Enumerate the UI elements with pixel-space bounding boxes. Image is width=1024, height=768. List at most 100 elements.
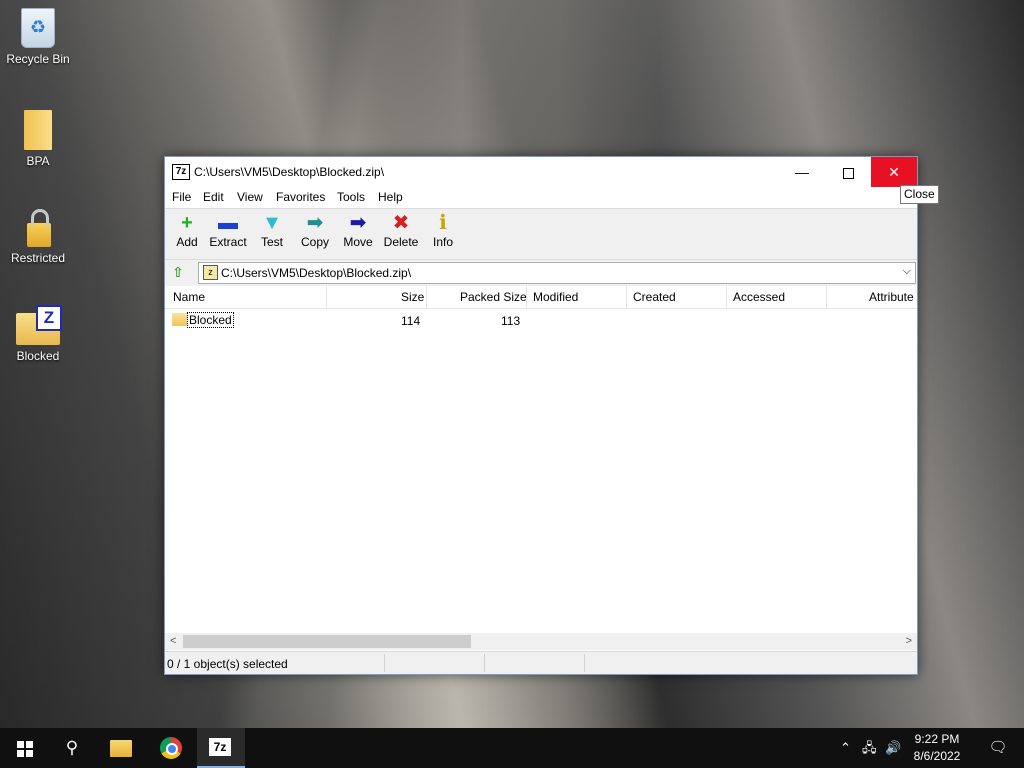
desktop-icon-label: BPA <box>26 154 50 168</box>
info-icon: ℹ <box>439 212 447 234</box>
7zip-window: 7z C:\Users\VM5\Desktop\Blocked.zip\ — ✕… <box>164 156 918 675</box>
clock[interactable]: 9:22 PM 8/6/2022 <box>905 731 969 765</box>
info-label: Info <box>432 235 453 249</box>
menu-file[interactable]: File <box>172 190 191 204</box>
maximize-button[interactable] <box>825 157 871 187</box>
arrow-right-icon: ➡ <box>349 212 367 234</box>
desktop-icon-bpa[interactable]: BPA <box>0 110 76 168</box>
column-name[interactable]: Name <box>173 290 205 304</box>
plus-icon: + <box>181 212 193 234</box>
scrollbar-thumb[interactable] <box>183 635 471 648</box>
file-list[interactable]: Blocked 114 113 <box>165 309 917 633</box>
scroll-left-icon[interactable]: < <box>170 635 176 647</box>
title-bar[interactable]: 7z C:\Users\VM5\Desktop\Blocked.zip\ — ✕ <box>165 157 917 187</box>
zip-badge-icon: Z <box>36 305 62 331</box>
close-tooltip: Close <box>900 185 939 204</box>
test-label: Test <box>260 235 283 249</box>
menu-view[interactable]: View <box>237 190 263 204</box>
chrome-button[interactable] <box>148 728 196 768</box>
column-divider[interactable] <box>526 286 527 308</box>
lock-icon <box>23 207 53 247</box>
address-path: C:\Users\VM5\Desktop\Blocked.zip\ <box>221 266 412 280</box>
column-divider[interactable] <box>726 286 727 308</box>
maximize-icon <box>842 167 854 179</box>
table-row[interactable]: Blocked 114 113 <box>165 310 917 330</box>
minus-icon: ▬ <box>218 212 238 234</box>
chevron-up-icon[interactable]: ⌃ <box>840 728 851 768</box>
column-accessed[interactable]: Accessed <box>733 290 785 304</box>
network-icon[interactable]: 🖧 <box>862 728 877 768</box>
menu-edit[interactable]: Edit <box>203 190 224 204</box>
toolbar: + Add ▬ Extract ▼ Test ➡ Copy ➡ Move ✖ D… <box>165 208 917 259</box>
status-divider <box>384 654 385 672</box>
desktop-icon-label: Restricted <box>10 251 66 265</box>
chevron-down-icon[interactable]: ⌵ <box>903 265 911 278</box>
taskbar: ⚲ 7z ⌃ 🖧 🔊 9:22 PM 8/6/2022 🗨 <box>0 728 1024 768</box>
clock-time: 9:22 PM <box>914 732 960 746</box>
close-button[interactable]: ✕ <box>871 157 917 187</box>
archive-icon: z <box>203 265 218 280</box>
recycle-bin-icon <box>21 8 55 48</box>
address-input[interactable]: z C:\Users\VM5\Desktop\Blocked.zip\ ⌵ <box>198 262 916 284</box>
delete-label: Delete <box>383 235 419 249</box>
zip-folder-icon: Z <box>14 305 62 345</box>
delete-button[interactable]: ✖ Delete <box>379 211 423 257</box>
menu-tools[interactable]: Tools <box>337 190 365 204</box>
desktop-icon-recycle-bin[interactable]: Recycle Bin <box>0 8 76 66</box>
row-size: 114 <box>401 314 421 328</box>
column-divider[interactable] <box>826 286 827 308</box>
address-bar: ⇧ z C:\Users\VM5\Desktop\Blocked.zip\ ⌵ <box>165 259 917 286</box>
add-button[interactable]: + Add <box>165 211 209 257</box>
extract-button[interactable]: ▬ Extract <box>206 211 250 257</box>
row-name[interactable]: Blocked <box>187 312 234 328</box>
menu-favorites[interactable]: Favorites <box>276 190 325 204</box>
column-packed-size[interactable]: Packed Size <box>460 290 527 304</box>
file-explorer-icon <box>110 740 132 757</box>
7zip-icon: 7z <box>209 738 231 756</box>
column-divider[interactable] <box>626 286 627 308</box>
status-divider <box>584 654 585 672</box>
info-button[interactable]: ℹ Info <box>421 211 465 257</box>
clock-date: 8/6/2022 <box>913 749 961 763</box>
7zip-taskbar-button[interactable]: 7z <box>197 728 245 768</box>
desktop-icon-restricted[interactable]: Restricted <box>0 207 76 265</box>
column-divider[interactable] <box>426 286 427 308</box>
status-selection: 0 / 1 object(s) selected <box>167 657 288 671</box>
status-divider <box>484 654 485 672</box>
folder-icon <box>172 313 187 326</box>
volume-icon[interactable]: 🔊 <box>885 728 901 768</box>
document-icon <box>24 110 52 150</box>
scroll-right-icon[interactable]: > <box>906 635 912 647</box>
search-icon: ⚲ <box>65 738 79 757</box>
test-button[interactable]: ▼ Test <box>250 211 294 257</box>
up-folder-icon[interactable]: ⇧ <box>170 264 186 280</box>
7zip-app-icon: 7z <box>172 164 190 180</box>
move-label: Move <box>343 235 373 249</box>
list-header: Name Size Packed Size Modified Created A… <box>165 286 917 309</box>
column-modified[interactable]: Modified <box>533 290 578 304</box>
move-button[interactable]: ➡ Move <box>336 211 380 257</box>
start-button[interactable] <box>0 728 48 768</box>
status-bar: 0 / 1 object(s) selected <box>165 651 917 674</box>
double-arrow-icon: ➡ <box>306 212 324 234</box>
desktop-icon-label: Recycle Bin <box>6 52 70 66</box>
column-attributes[interactable]: Attribute <box>869 290 914 304</box>
desktop-icon-label: Blocked <box>16 349 60 363</box>
file-explorer-button[interactable] <box>98 728 146 768</box>
copy-button[interactable]: ➡ Copy <box>293 211 337 257</box>
column-size[interactable]: Size <box>401 290 424 304</box>
menu-help[interactable]: Help <box>378 190 403 204</box>
search-button[interactable]: ⚲ <box>48 728 96 768</box>
copy-label: Copy <box>300 235 329 249</box>
column-created[interactable]: Created <box>633 290 676 304</box>
menu-bar: File Edit View Favorites Tools Help <box>165 187 917 207</box>
notification-icon[interactable]: 🗨 <box>978 728 1018 768</box>
chrome-icon <box>160 737 182 759</box>
windows-logo-icon <box>17 741 33 757</box>
extract-label: Extract <box>209 235 247 249</box>
column-divider[interactable] <box>326 286 327 308</box>
x-icon: ✖ <box>392 212 410 234</box>
horizontal-scrollbar[interactable]: < > <box>165 633 917 650</box>
minimize-button[interactable]: — <box>779 157 825 187</box>
desktop-icon-blocked[interactable]: Z Blocked <box>0 305 76 363</box>
